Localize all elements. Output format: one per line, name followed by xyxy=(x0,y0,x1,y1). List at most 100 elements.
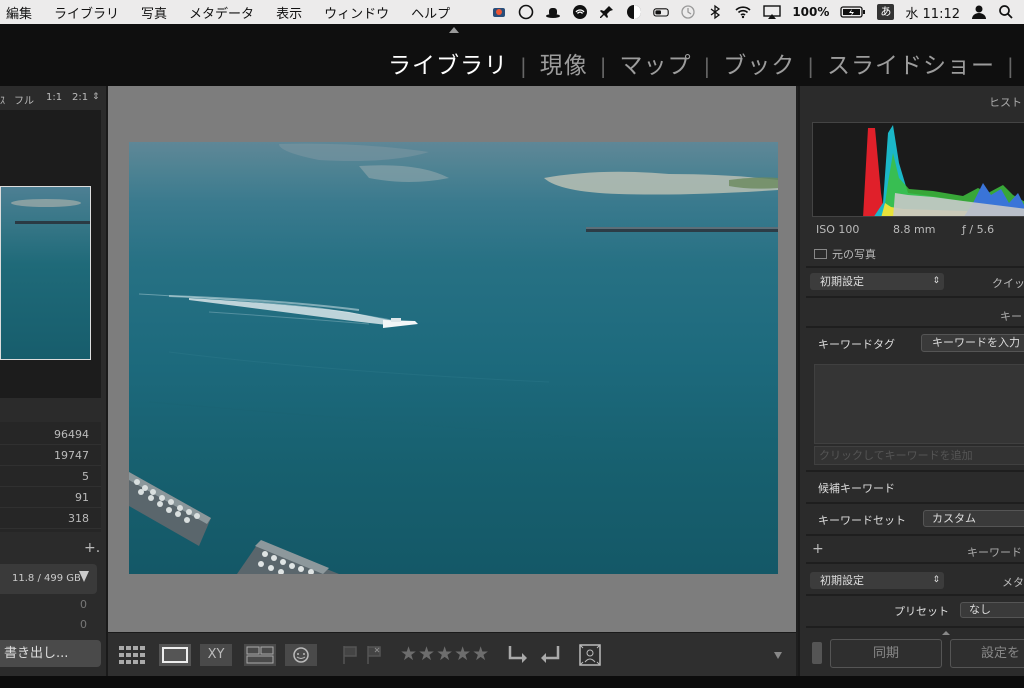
menu-photo[interactable]: 写真 xyxy=(141,3,167,22)
metadata-preset-value-select[interactable]: なし xyxy=(960,602,1024,618)
clock[interactable]: 水 11:12 xyxy=(905,3,960,22)
menu-library[interactable]: ライブラリ xyxy=(54,3,119,22)
divider xyxy=(806,594,1024,596)
keyword-add-field[interactable]: クリックしてキーワードを追加 xyxy=(814,446,1024,465)
circle-icon[interactable] xyxy=(518,4,534,20)
input-method[interactable]: あ xyxy=(877,4,895,20)
people-view-icon[interactable] xyxy=(285,644,317,666)
sync-toggle-switch[interactable] xyxy=(812,642,822,664)
collapse-right-panel-icon[interactable] xyxy=(942,631,950,635)
divider xyxy=(806,534,1024,536)
zoom-1-1[interactable]: 1:1 xyxy=(46,92,62,103)
metadata-header[interactable]: メタ xyxy=(1002,574,1024,590)
zoom-fit[interactable]: ｽ xyxy=(0,92,5,107)
bluetooth-icon[interactable] xyxy=(707,4,723,20)
sync-settings-button[interactable]: 設定を xyxy=(950,639,1024,668)
catalog-row[interactable]: 318 xyxy=(0,508,101,529)
original-photo-checkbox[interactable] xyxy=(814,249,827,259)
thumb-sandbar xyxy=(11,199,81,207)
flag-reject-icon[interactable] xyxy=(364,644,384,666)
volume-bar[interactable]: 11.8 / 499 GB xyxy=(0,564,97,594)
add-keyword-list-icon[interactable]: + xyxy=(812,541,824,557)
module-library[interactable]: ライブラリ xyxy=(388,53,508,79)
keyword-tags-label: キーワードタグ xyxy=(818,338,895,351)
flag-pick-icon[interactable] xyxy=(340,644,360,666)
module-slideshow[interactable]: スライドショー xyxy=(827,53,995,79)
crop-overlay-icon[interactable] xyxy=(578,644,602,666)
add-folder-button[interactable]: +. xyxy=(84,540,100,556)
folder-row[interactable]: 0 xyxy=(0,616,97,634)
grid-view-icon[interactable] xyxy=(118,644,150,666)
module-develop[interactable]: 現像 xyxy=(540,53,588,79)
photo-scene xyxy=(129,143,778,574)
hat-icon[interactable] xyxy=(545,4,561,20)
right-panel: ヒスト ISO 100 8.8 mm ƒ / 5.6 元の写真 初期設定 ⇕ ク… xyxy=(798,86,1024,676)
histogram-header[interactable]: ヒスト xyxy=(989,94,1022,110)
original-photo-label: 元の写真 xyxy=(832,248,876,261)
zoom-fill[interactable]: フル xyxy=(14,92,34,107)
exif-focal-length: 8.8 mm xyxy=(893,223,936,236)
divider xyxy=(806,470,1024,472)
wifi-circle-icon[interactable] xyxy=(572,4,588,20)
navigator-preview[interactable] xyxy=(0,110,101,398)
catalog-panel: 96494 19747 5 91 318 xyxy=(0,422,101,532)
loupe-view-icon[interactable] xyxy=(159,644,191,666)
pin-icon[interactable] xyxy=(599,4,615,20)
main-photo[interactable] xyxy=(129,142,778,574)
keyword-list-header[interactable]: キーワード xyxy=(967,544,1022,560)
quick-develop-preset-select[interactable]: 初期設定 ⇕ xyxy=(810,273,944,290)
navigator-thumbnail[interactable] xyxy=(0,186,91,360)
zoom-menu-icon[interactable]: ⇕ xyxy=(92,92,100,102)
menu-edit[interactable]: 編集 xyxy=(6,3,32,22)
histogram-graph xyxy=(863,125,1024,216)
battery-icon[interactable] xyxy=(840,4,866,20)
user-icon[interactable] xyxy=(971,4,987,20)
spotlight-search-icon[interactable] xyxy=(998,4,1014,20)
left-panel: ｽ フル 1:1 2:1 ⇕ 96494 19747 5 91 318 +. 1… xyxy=(0,86,108,676)
menu-view[interactable]: 表示 xyxy=(276,3,302,22)
module-map[interactable]: マップ xyxy=(620,53,692,79)
airplay-icon[interactable] xyxy=(763,4,782,20)
toolbar-menu-icon[interactable] xyxy=(774,652,782,659)
export-button[interactable]: 書き出し... xyxy=(0,640,101,667)
menu-help[interactable]: ヘルプ xyxy=(411,3,450,22)
wifi-icon[interactable] xyxy=(734,4,752,20)
exif-iso: ISO 100 xyxy=(816,223,860,236)
battery-percent: 100% xyxy=(792,5,830,19)
metadata-preset-select[interactable]: 初期設定 ⇕ xyxy=(810,572,944,589)
divider xyxy=(806,296,1024,298)
exif-aperture: ƒ / 5.6 xyxy=(962,223,995,236)
flow-icon[interactable] xyxy=(491,4,507,20)
sync-button[interactable]: 同期 xyxy=(830,639,942,668)
menu-metadata[interactable]: メタデータ xyxy=(189,3,254,22)
compare-view-button[interactable]: XY xyxy=(200,644,232,666)
catalog-row[interactable]: 96494 xyxy=(0,424,101,445)
star-rating[interactable]: ★★★★★ xyxy=(400,643,490,665)
menu-window[interactable]: ウィンドウ xyxy=(324,3,389,22)
loupe-view[interactable] xyxy=(108,86,796,632)
catalog-row[interactable]: 5 xyxy=(0,466,101,487)
keyword-tags-area[interactable] xyxy=(814,364,1024,444)
catalog-row[interactable]: 91 xyxy=(0,487,101,508)
keyword-set-select[interactable]: カスタム xyxy=(923,510,1024,527)
rotate-right-icon[interactable] xyxy=(538,644,562,666)
zoom-2-1[interactable]: 2:1 xyxy=(72,92,88,103)
volume-expand-icon[interactable] xyxy=(79,571,89,582)
rotate-left-icon[interactable] xyxy=(506,644,530,666)
volume-size: 11.8 / 499 GB xyxy=(12,573,81,584)
divider xyxy=(806,326,1024,328)
keyword-entry-select[interactable]: キーワードを入力 xyxy=(921,334,1024,352)
keyword-suggestions-label[interactable]: 候補キーワード xyxy=(818,480,895,496)
module-book[interactable]: ブック xyxy=(723,53,795,79)
toggle-icon[interactable] xyxy=(653,4,670,20)
collapse-top-panel-icon[interactable] xyxy=(449,27,459,33)
library-toolbar: XY ★★★★★ xyxy=(108,632,796,677)
divider xyxy=(806,562,1024,564)
keywording-header[interactable]: キー xyxy=(1000,308,1022,324)
time-machine-icon[interactable] xyxy=(680,4,696,20)
quick-develop-header[interactable]: クイッ xyxy=(992,275,1024,291)
timer-icon[interactable] xyxy=(626,4,642,20)
survey-view-icon[interactable] xyxy=(244,644,276,666)
catalog-row[interactable]: 19747 xyxy=(0,445,101,466)
folder-row[interactable]: 0 xyxy=(0,596,97,614)
